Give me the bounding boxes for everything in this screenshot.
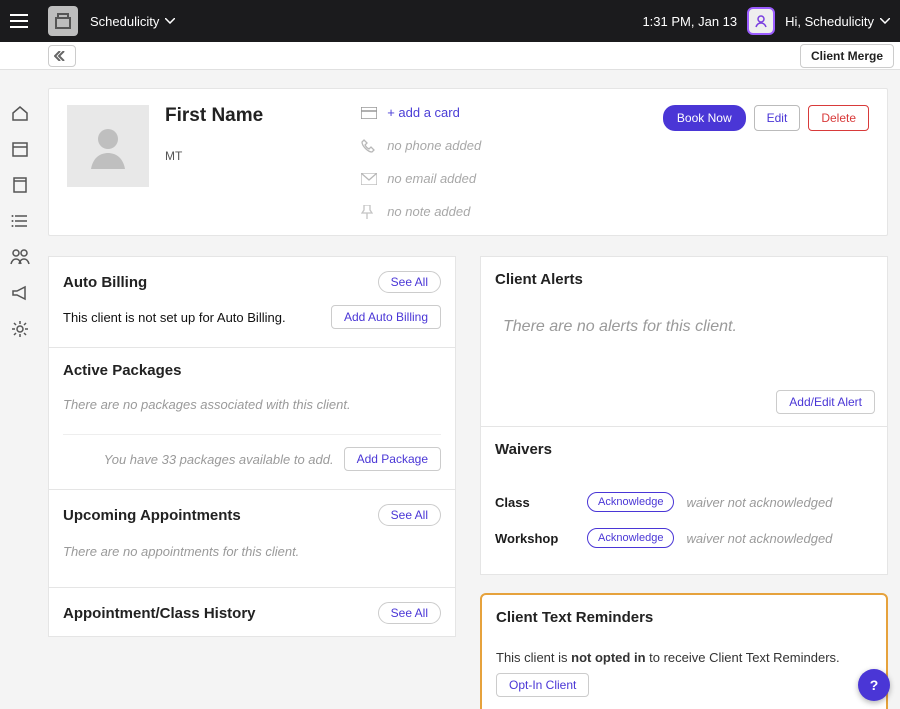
email-empty: no email added <box>387 171 476 186</box>
reminders-title: Client Text Reminders <box>496 609 653 626</box>
waiver-class-ack-button[interactable]: Acknowledge <box>587 492 674 512</box>
note-empty: no note added <box>387 204 470 219</box>
pin-icon <box>361 205 377 219</box>
help-bubble[interactable]: ? <box>858 669 890 701</box>
auto-billing-body: This client is not set up for Auto Billi… <box>63 310 286 325</box>
greeting: Hi, Schedulicity <box>785 14 874 29</box>
auto-billing-see-all[interactable]: See All <box>378 271 441 293</box>
active-packages-card: Active Packages There are no packages as… <box>48 348 456 490</box>
content: First Name MT + add a card no phone adde… <box>48 70 888 709</box>
history-card: Appointment/Class History See All <box>48 588 456 637</box>
opt-in-client-button[interactable]: Opt-In Client <box>496 673 589 697</box>
add-edit-alert-button[interactable]: Add/Edit Alert <box>776 390 875 414</box>
business-switcher[interactable]: Schedulicity <box>90 14 175 29</box>
waiver-class-label: Class <box>495 495 575 510</box>
phone-empty: no phone added <box>387 138 481 153</box>
add-auto-billing-button[interactable]: Add Auto Billing <box>331 305 441 329</box>
list-icon[interactable] <box>11 212 29 230</box>
reminders-body: This client is not opted in to receive C… <box>482 638 886 709</box>
left-column: Auto Billing See All This client is not … <box>48 256 456 709</box>
reminders-text-before: This client is <box>496 650 571 665</box>
client-header-card: First Name MT + add a card no phone adde… <box>48 88 888 236</box>
mail-icon <box>361 173 377 185</box>
phone-row: no phone added <box>361 138 481 153</box>
waivers-title: Waivers <box>495 441 552 458</box>
payment-row: + add a card <box>361 105 481 120</box>
left-nav <box>0 70 40 338</box>
packages-hint: You have 33 packages available to add. <box>104 452 334 467</box>
reminders-text-bold: not opted in <box>571 650 645 665</box>
client-name: First Name <box>165 105 263 127</box>
upcoming-apts-card: Upcoming Appointments See All There are … <box>48 490 456 588</box>
megaphone-icon[interactable] <box>11 284 29 302</box>
client-location: MT <box>165 149 263 163</box>
client-avatar <box>67 105 149 187</box>
auto-billing-title: Auto Billing <box>63 274 147 291</box>
waivers-card: Waivers Class Acknowledge waiver not ack… <box>480 427 888 575</box>
right-column: Client Alerts There are no alerts for th… <box>480 256 888 709</box>
card-icon <box>361 107 377 119</box>
calendar-icon[interactable] <box>11 140 29 158</box>
user-avatar-badge[interactable] <box>747 7 775 35</box>
book-now-button[interactable]: Book Now <box>663 105 746 131</box>
gear-icon[interactable] <box>11 320 29 338</box>
history-title: Appointment/Class History <box>63 605 256 622</box>
waiver-workshop-ack-button[interactable]: Acknowledge <box>587 528 674 548</box>
sub-bar: Client Merge <box>0 42 900 70</box>
chevron-down-icon <box>880 18 890 24</box>
chevron-down-icon <box>165 18 175 24</box>
alerts-title: Client Alerts <box>495 271 583 288</box>
alerts-empty: There are no alerts for this client. <box>481 300 887 382</box>
delete-button[interactable]: Delete <box>808 105 869 131</box>
upcoming-title: Upcoming Appointments <box>63 507 241 524</box>
phone-icon <box>361 139 377 153</box>
packages-title: Active Packages <box>63 362 181 379</box>
reminders-text-after: to receive Client Text Reminders. <box>646 650 840 665</box>
user-menu[interactable]: Hi, Schedulicity <box>785 14 890 29</box>
upcoming-empty: There are no appointments for this clien… <box>63 538 441 569</box>
back-button[interactable] <box>48 45 76 67</box>
clock-text: 1:31 PM, Jan 13 <box>642 14 737 29</box>
waiver-workshop-label: Workshop <box>495 531 575 546</box>
waiver-row-workshop: Workshop Acknowledge waiver not acknowle… <box>495 520 873 556</box>
client-text-reminders-card: Client Text Reminders This client is not… <box>480 593 888 709</box>
home-icon[interactable] <box>11 104 29 122</box>
waiver-class-status: waiver not acknowledged <box>686 495 832 510</box>
email-row: no email added <box>361 171 481 186</box>
menu-icon[interactable] <box>10 14 34 28</box>
client-alerts-card: Client Alerts There are no alerts for th… <box>480 256 888 427</box>
top-bar: Schedulicity 1:31 PM, Jan 13 Hi, Schedul… <box>0 0 900 42</box>
brand-icon <box>48 6 78 36</box>
book-icon[interactable] <box>11 176 29 194</box>
edit-button[interactable]: Edit <box>754 105 801 131</box>
client-merge-button[interactable]: Client Merge <box>800 44 894 68</box>
packages-empty: There are no packages associated with th… <box>63 391 441 434</box>
add-package-button[interactable]: Add Package <box>344 447 441 471</box>
note-row: no note added <box>361 204 481 219</box>
upcoming-see-all[interactable]: See All <box>378 504 441 526</box>
business-name: Schedulicity <box>90 14 159 29</box>
clients-icon[interactable] <box>10 248 30 266</box>
auto-billing-card: Auto Billing See All This client is not … <box>48 256 456 348</box>
waiver-workshop-status: waiver not acknowledged <box>686 531 832 546</box>
waiver-row-class: Class Acknowledge waiver not acknowledge… <box>495 484 873 520</box>
history-see-all[interactable]: See All <box>378 602 441 624</box>
add-card-link[interactable]: + add a card <box>387 105 460 120</box>
